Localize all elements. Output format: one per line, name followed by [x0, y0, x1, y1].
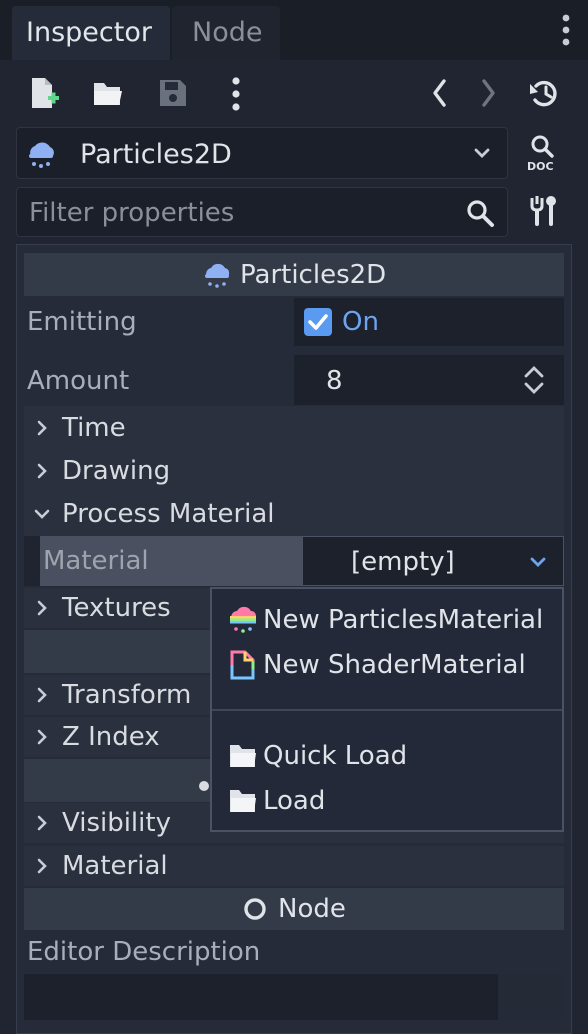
group-visibility-label: Visibility — [62, 808, 171, 838]
menu-item-label: New ShaderMaterial — [263, 650, 526, 680]
tools-icon[interactable] — [528, 194, 560, 228]
doc-icon[interactable]: DOC — [526, 132, 560, 172]
emitting-value-text: On — [342, 307, 379, 337]
folder-icon — [228, 786, 258, 814]
group-transform-label: Transform — [62, 680, 192, 710]
editor-description-side — [498, 974, 564, 1020]
group-process-material-label: Process Material — [62, 499, 275, 529]
partial-icon — [196, 776, 210, 792]
filter-properties-input[interactable]: Filter properties — [16, 187, 508, 237]
chevron-right-icon — [36, 463, 48, 479]
emitting-label: Emitting — [27, 307, 137, 337]
back-icon[interactable] — [430, 78, 450, 108]
menu-item-new-shadermaterial[interactable]: New ShaderMaterial — [212, 642, 562, 686]
particles-icon — [25, 138, 57, 170]
group-drawing-label: Drawing — [62, 456, 171, 486]
menu-item-load[interactable]: Load — [212, 778, 562, 822]
search-icon — [465, 198, 495, 228]
chevron-right-icon — [36, 420, 48, 436]
chevron-down-icon — [473, 146, 491, 160]
tab-inspector-label: Inspector — [26, 17, 152, 48]
menu-item-label: Quick Load — [263, 741, 408, 771]
save-icon[interactable] — [158, 78, 188, 108]
emitting-checkbox[interactable] — [304, 308, 332, 336]
material-label: Material — [43, 546, 149, 576]
chevron-down-icon — [34, 508, 50, 520]
material-popup-menu: New ParticlesMaterial New ShaderMaterial… — [210, 587, 564, 832]
menu-item-new-particlesmaterial[interactable]: New ParticlesMaterial — [212, 597, 562, 641]
group-time-label: Time — [62, 413, 126, 443]
new-resource-icon[interactable] — [30, 76, 60, 110]
group-drawing[interactable]: Drawing — [24, 451, 564, 491]
tab-menu-icon[interactable] — [558, 12, 574, 48]
chevron-right-icon — [36, 815, 48, 831]
group-z-index-label: Z Index — [62, 722, 160, 752]
filter-placeholder: Filter properties — [29, 198, 235, 228]
particles-icon — [202, 260, 232, 290]
tab-node[interactable]: Node — [172, 6, 280, 60]
amount-label: Amount — [27, 366, 130, 396]
node-section-header: Node — [24, 888, 564, 930]
group-process-material[interactable]: Process Material — [24, 494, 564, 534]
group-material-label: Material — [62, 851, 168, 881]
emitting-value[interactable]: On — [294, 298, 564, 346]
svg-text:DOC: DOC — [527, 160, 554, 172]
tab-inspector[interactable]: Inspector — [12, 6, 170, 60]
material-label-box: Material — [40, 536, 302, 586]
chevron-right-icon — [36, 858, 48, 874]
menu-separator — [212, 709, 562, 711]
chevron-down-icon[interactable] — [529, 556, 547, 568]
group-textures-label: Textures — [62, 593, 171, 623]
updown-arrows-icon[interactable] — [522, 364, 546, 396]
more-vertical-icon[interactable] — [228, 76, 244, 112]
amount-value: 8 — [326, 366, 343, 396]
amount-spinbox[interactable]: 8 — [294, 355, 564, 405]
group-time[interactable]: Time — [24, 408, 564, 448]
history-icon[interactable] — [528, 78, 560, 108]
menu-item-label: New ParticlesMaterial — [263, 605, 544, 635]
shader-material-icon — [228, 649, 258, 681]
material-picker[interactable]: [empty] — [302, 536, 564, 586]
menu-item-quick-load[interactable]: Quick Load — [212, 733, 562, 777]
node-section-label: Node — [278, 894, 346, 924]
folder-icon — [228, 741, 258, 769]
editor-description-label: Editor Description — [27, 937, 261, 967]
object-selector[interactable]: Particles2D — [16, 127, 508, 179]
object-selector-value: Particles2D — [80, 139, 232, 170]
editor-description-textarea[interactable] — [24, 974, 498, 1020]
forward-icon[interactable] — [478, 78, 498, 108]
node-circle-icon — [242, 896, 268, 922]
class-header-label: Particles2D — [240, 260, 387, 290]
chevron-right-icon — [36, 729, 48, 745]
open-folder-icon[interactable] — [92, 79, 124, 107]
particles-material-icon — [228, 605, 258, 635]
tab-node-label: Node — [192, 17, 263, 48]
material-value: [empty] — [351, 547, 455, 577]
menu-item-label: Load — [263, 786, 326, 816]
class-header: Particles2D — [24, 253, 564, 296]
group-material[interactable]: Material — [24, 846, 564, 886]
chevron-right-icon — [36, 687, 48, 703]
chevron-right-icon — [36, 600, 48, 616]
